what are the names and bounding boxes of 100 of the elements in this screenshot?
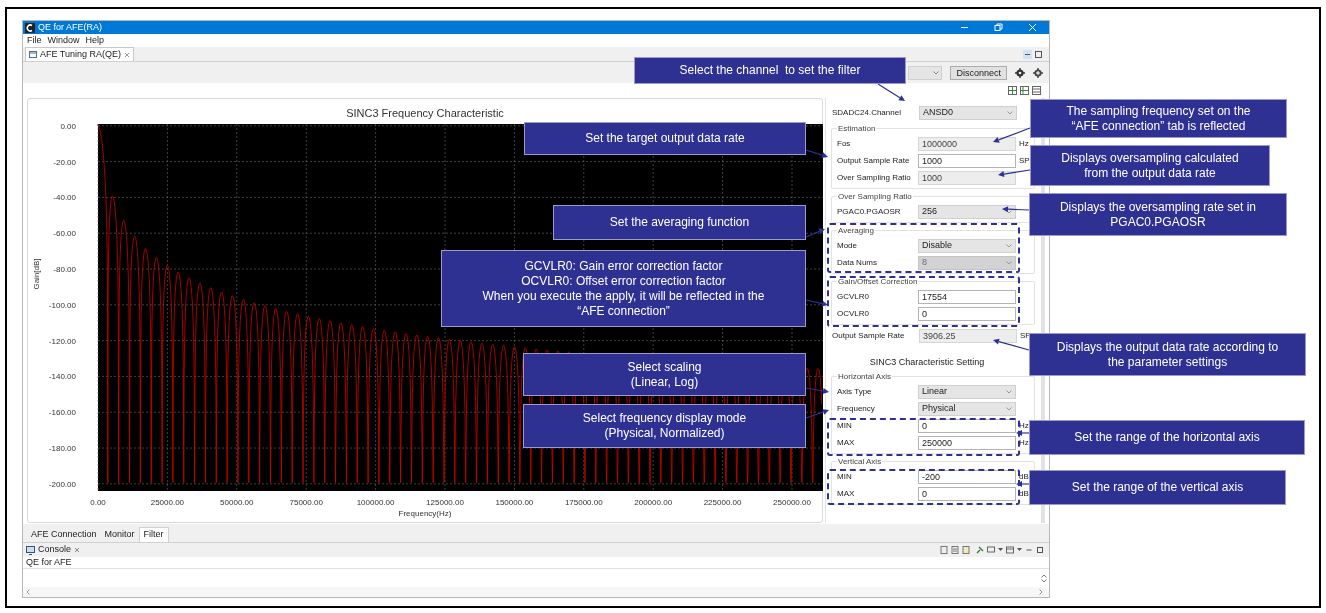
view-tab[interactable]: AFE Tuning RA(QE) xyxy=(25,47,135,61)
menu-item[interactable]: Help xyxy=(85,33,105,48)
unit-label: Hz xyxy=(1019,436,1029,449)
tick-label: -80.00 xyxy=(53,265,76,274)
callout-arrow xyxy=(1016,430,1030,436)
field-label: SDADC24.Channel xyxy=(832,106,902,119)
chevron-icon xyxy=(1006,260,1012,265)
layout-icon[interactable] xyxy=(1008,86,1017,95)
caret-icon[interactable] xyxy=(998,548,1003,552)
callout: The sampling frequency set on the “AFE connection” tab is reflected xyxy=(1030,99,1287,138)
tick-label: 150000.00 xyxy=(495,498,534,507)
callout: Select the channel to set the filter xyxy=(634,57,906,84)
tick-label: 200000.00 xyxy=(634,498,673,507)
window-icon xyxy=(29,51,37,58)
close-icon[interactable] xyxy=(124,51,131,58)
section-heading: SINC3 Characteristic Setting xyxy=(869,356,985,369)
input-field[interactable]: 0 xyxy=(918,486,1016,501)
menu-item[interactable]: Window xyxy=(47,33,80,48)
field-label: Mode xyxy=(837,239,858,252)
callout: Set the range of the vertical axis xyxy=(1029,470,1286,505)
input-field[interactable]: -200 xyxy=(918,469,1016,484)
field-label: MIN xyxy=(837,419,853,432)
field-label: Frequency xyxy=(837,402,876,415)
layout-icon[interactable] xyxy=(1020,86,1029,95)
minimize-icon[interactable] xyxy=(1023,49,1032,59)
callout-arrow xyxy=(805,228,825,238)
dropdown[interactable]: Physical xyxy=(918,401,1016,416)
field-label: Data Nums xyxy=(837,256,878,269)
callout: Select frequency display mode (Physical, Normalized) xyxy=(523,404,806,448)
maximize-icon[interactable] xyxy=(1036,546,1044,554)
display-icon[interactable] xyxy=(987,546,995,554)
chevron-icon xyxy=(1007,110,1013,115)
menu-item[interactable]: File xyxy=(27,33,42,48)
chevron-icon xyxy=(1006,209,1012,214)
field-label: PGAC0.PGAOSR xyxy=(837,205,902,218)
dropdown[interactable]: Disable xyxy=(918,238,1016,253)
maximize-icon[interactable] xyxy=(1034,49,1043,59)
group-title: Averaging xyxy=(837,225,875,236)
callout: Displays the output data rate according to the parameter settings xyxy=(1029,333,1306,376)
input-field[interactable]: 17554 xyxy=(918,289,1016,304)
scroll-up-icon[interactable] xyxy=(1041,573,1047,578)
field-label: MAX xyxy=(837,436,856,449)
chevron-icon xyxy=(1006,389,1012,394)
callout: GCVLR0: Gain error correction factor OCVLR0: Offset error correction factor When you execute the apply, it will be reflected in the “AFE connection” xyxy=(441,250,806,327)
callout-arrow xyxy=(877,83,905,101)
gear-icon[interactable] xyxy=(1015,67,1025,78)
document-icon[interactable] xyxy=(951,546,959,554)
tick-label: 0.00 xyxy=(90,498,106,507)
chevron-icon xyxy=(933,70,940,75)
dropdown[interactable]: Linear xyxy=(918,384,1016,399)
document-icon[interactable] xyxy=(940,546,948,554)
window-icon[interactable] xyxy=(1006,546,1014,554)
unit-label: Hz xyxy=(1019,419,1029,432)
tick-label: 125000.00 xyxy=(426,498,464,507)
console-tab[interactable]: Console xyxy=(38,543,72,557)
group-title: Estimation xyxy=(837,123,877,134)
field-label: OCVLR0 xyxy=(837,307,870,320)
callout-arrow xyxy=(1002,206,1030,213)
scroll-down-icon[interactable] xyxy=(1041,578,1047,583)
tick-label: 0.00 xyxy=(60,121,76,131)
layout-icon[interactable] xyxy=(1032,86,1041,95)
tick-label: 175000.00 xyxy=(564,498,603,507)
input-field[interactable]: 1000 xyxy=(918,153,1016,168)
unit-label: dB xyxy=(1019,470,1029,483)
input-field[interactable]: 0 xyxy=(918,306,1016,321)
scroll-left-icon[interactable] xyxy=(26,589,30,595)
callout: Displays oversampling calculated from the output data rate xyxy=(1030,145,1270,186)
disconnect-button[interactable]: Disconnect xyxy=(950,65,1007,80)
callout-arrow xyxy=(1016,481,1030,487)
tick-label: -140.00 xyxy=(48,372,76,382)
callout-arrow xyxy=(993,338,1030,351)
field-label: Axis Type xyxy=(837,385,873,398)
caret-icon[interactable] xyxy=(1017,548,1022,552)
close-icon[interactable] xyxy=(74,547,81,553)
field-label: Output Sample Rate xyxy=(837,154,911,167)
tick-label: 25000.00 xyxy=(150,498,185,507)
dropdown[interactable]: 256 xyxy=(918,204,1016,219)
monitor-icon xyxy=(26,545,35,555)
tab[interactable]: Filter xyxy=(138,527,169,542)
tick-label: 225000.00 xyxy=(703,498,742,507)
tick-label: 250000.00 xyxy=(773,498,811,507)
gear-icon[interactable] xyxy=(1033,67,1043,78)
callout-arrow xyxy=(805,387,829,394)
dropdown[interactable]: ANSD0 xyxy=(919,105,1017,120)
group-title: Gain/Offset Correction xyxy=(837,276,919,287)
callout: Set the target output data rate xyxy=(524,122,806,155)
tick-label: -200.00 xyxy=(48,479,76,489)
field-label: Fos xyxy=(837,137,852,150)
group-title: Over Sampling Ratio xyxy=(837,191,913,202)
document-icon[interactable] xyxy=(962,546,970,554)
callout-arrow xyxy=(805,409,829,419)
callout-arrow xyxy=(805,149,828,159)
restore-icon[interactable] xyxy=(994,23,1003,32)
tick-label: -60.00 xyxy=(53,229,76,239)
field-label: Over Sampling Ratio xyxy=(837,171,912,184)
input-field[interactable]: 250000 xyxy=(918,435,1016,450)
input-field[interactable]: 0 xyxy=(918,418,1016,433)
scroll-right-icon[interactable] xyxy=(1039,589,1043,595)
tick-label: -180.00 xyxy=(48,444,76,454)
tick-label: -40.00 xyxy=(53,193,76,203)
